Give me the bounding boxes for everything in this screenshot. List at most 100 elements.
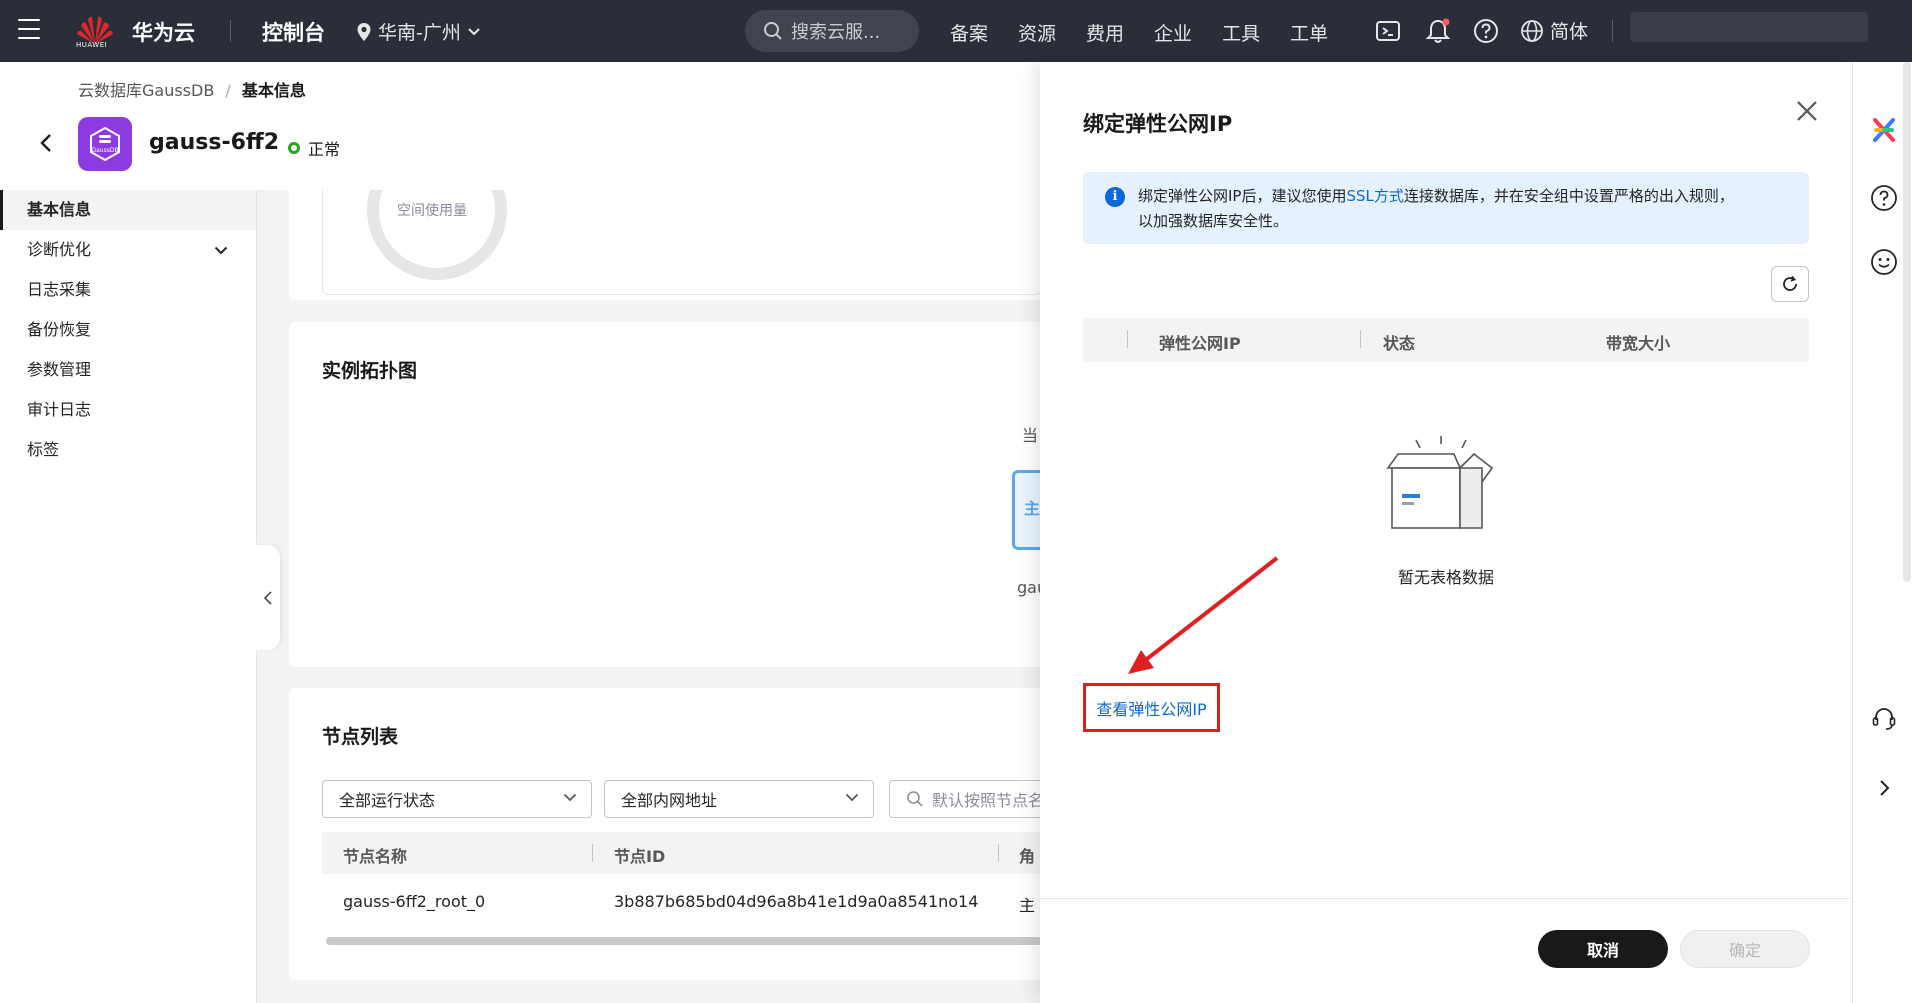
- search-icon: [907, 791, 923, 807]
- col-node-id: 节点ID: [614, 847, 666, 866]
- node-role-cell: 主: [1019, 896, 1036, 915]
- topology-partial-text: 当: [1022, 426, 1039, 445]
- node-list-title: 节点列表: [322, 726, 399, 748]
- notice-line-2: 以加强数据库安全性。: [1138, 212, 1289, 230]
- node-search-input[interactable]: 默认按照节点名: [889, 780, 1049, 818]
- node-name-cell: gauss-6ff2_root_0: [343, 892, 486, 911]
- security-notice: i 绑定弹性公网IP后，建议您使用SSL方式连接数据库，并在安全组中设置严格的出…: [1083, 172, 1809, 244]
- sidebar-item-audit-log[interactable]: 审计日志: [0, 390, 256, 430]
- page-header: 云数据库GaussDB / 基本信息 GaussDB gauss-6ff2 正常: [0, 62, 1040, 190]
- column-divider: [1127, 330, 1128, 348]
- chevron-down-icon: [468, 27, 480, 35]
- confirm-button[interactable]: 确定: [1680, 930, 1810, 968]
- page-vertical-scrollbar[interactable]: [1903, 62, 1911, 582]
- ai-assistant-icon[interactable]: [1870, 116, 1898, 144]
- topology-title: 实例拓扑图: [322, 360, 418, 382]
- sidebar-item-label: 诊断优化: [27, 240, 92, 259]
- sidebar-item-backup[interactable]: 备份恢复: [0, 310, 256, 350]
- status-label: 正常: [308, 140, 341, 159]
- sidebar-item-label: 基本信息: [27, 200, 92, 219]
- ssl-link[interactable]: SSL方式: [1346, 187, 1403, 205]
- refresh-icon: [1783, 275, 1797, 291]
- customer-service-icon[interactable]: [1870, 704, 1898, 732]
- topology-node-text: 主: [1024, 499, 1041, 518]
- cancel-button[interactable]: 取消: [1538, 930, 1668, 968]
- close-icon[interactable]: [1792, 96, 1822, 126]
- sidebar-item-diagnosis[interactable]: 诊断优化: [0, 230, 256, 270]
- gauge-label: 空间使用量: [397, 203, 467, 219]
- chevron-down-icon: [563, 793, 577, 802]
- notice-text: 连接数据库，并在安全组中设置严格的出入规则，: [1403, 187, 1734, 205]
- logo-wordmark: HUAWEI: [76, 41, 108, 49]
- table-horizontal-scrollbar[interactable]: [326, 937, 1042, 945]
- feedback-smile-icon[interactable]: [1870, 248, 1898, 276]
- sidebar-item-label: 参数管理: [27, 360, 92, 379]
- breadcrumb-parent[interactable]: 云数据库GaussDB: [78, 81, 214, 100]
- bell-icon[interactable]: [1424, 17, 1452, 45]
- sidebar-item-log-collection[interactable]: 日志采集: [0, 270, 256, 310]
- node-search-placeholder: 默认按照节点名: [932, 791, 1045, 810]
- sidebar-item-parameters[interactable]: 参数管理: [0, 350, 256, 390]
- nav-item-beian[interactable]: 备案: [950, 19, 988, 46]
- address-filter-value: 全部内网地址: [621, 791, 718, 810]
- sidebar-item-basic-info[interactable]: 基本信息: [0, 190, 256, 230]
- sidebar-item-label: 标签: [27, 440, 60, 459]
- notice-line-1: 绑定弹性公网IP后，建议您使用SSL方式连接数据库，并在安全组中设置严格的出入规…: [1138, 184, 1793, 209]
- language-selector[interactable]: 简体: [1520, 17, 1588, 44]
- annotation-highlight-box: 查看弹性公网IP: [1083, 683, 1220, 732]
- view-eip-link[interactable]: 查看弹性公网IP: [1096, 696, 1206, 720]
- top-nav-bar: HUAWEI 华为云 控制台 华南-广州 搜索云服... 备案 资源 费用 企业…: [0, 0, 1912, 62]
- notice-text: 绑定弹性公网IP后，建议您使用: [1138, 187, 1347, 205]
- region-selector[interactable]: 华南-广州: [356, 18, 481, 45]
- info-icon: i: [1105, 187, 1125, 207]
- drawer-title: 绑定弹性公网IP: [1083, 112, 1233, 136]
- location-pin-icon: [357, 22, 371, 41]
- language-label: 简体: [1550, 21, 1589, 43]
- eip-table-header: 弹性公网IP 状态 带宽大小: [1083, 318, 1809, 362]
- divider: [230, 20, 231, 42]
- instance-name: gauss-6ff2: [149, 130, 280, 155]
- globe-icon: [1521, 19, 1543, 42]
- region-label: 华南-广州: [378, 22, 461, 44]
- sidebar-collapse-handle[interactable]: [256, 545, 280, 650]
- divider: [1612, 20, 1613, 42]
- table-row: gauss-6ff2_root_0 3b887b685bd04d96a8b41e…: [322, 880, 1042, 928]
- col-bandwidth: 带宽大小: [1606, 334, 1671, 353]
- search-icon: [764, 22, 782, 40]
- back-arrow-icon[interactable]: [38, 132, 54, 154]
- chevron-down-icon: [214, 246, 228, 255]
- nav-item-billing[interactable]: 费用: [1086, 19, 1124, 46]
- global-search[interactable]: 搜索云服...: [745, 10, 919, 52]
- nav-item-tools[interactable]: 工具: [1222, 19, 1260, 46]
- terminal-icon[interactable]: [1374, 17, 1402, 45]
- chevron-left-icon: [263, 590, 272, 605]
- footer-divider: [1040, 898, 1852, 899]
- user-account[interactable]: [1630, 12, 1868, 42]
- instance-status: 正常: [288, 136, 340, 160]
- help-icon[interactable]: [1870, 184, 1898, 212]
- sidebar-item-tags[interactable]: 标签: [0, 430, 256, 470]
- status-filter-select[interactable]: 全部运行状态: [322, 780, 592, 818]
- sidebar-item-label: 审计日志: [27, 400, 92, 419]
- console-link[interactable]: 控制台: [262, 17, 325, 47]
- bind-eip-drawer: 绑定弹性公网IP i 绑定弹性公网IP后，建议您使用SSL方式连接数据库，并在安…: [1040, 62, 1852, 1003]
- column-divider: [1360, 330, 1361, 348]
- topology-card: 实例拓扑图 当 主 gau: [289, 322, 1049, 667]
- refresh-button[interactable]: [1771, 266, 1809, 302]
- chevron-right-icon[interactable]: [1870, 774, 1898, 802]
- sidebar-item-label: 备份恢复: [27, 320, 92, 339]
- nav-item-enterprise[interactable]: 企业: [1154, 19, 1192, 46]
- menu-icon[interactable]: [18, 19, 40, 41]
- top-nav-menu: 备案 资源 费用 企业 工具 工单: [950, 19, 1328, 46]
- sidebar-item-label: 日志采集: [27, 280, 92, 299]
- nav-item-resources[interactable]: 资源: [1018, 19, 1056, 46]
- column-divider: [998, 844, 999, 862]
- nav-item-tickets[interactable]: 工单: [1290, 19, 1328, 46]
- address-filter-select[interactable]: 全部内网地址: [604, 780, 874, 818]
- node-table-header: 节点名称 节点ID 角: [322, 832, 1042, 874]
- search-placeholder: 搜索云服...: [791, 22, 881, 43]
- help-icon[interactable]: [1472, 17, 1500, 45]
- brand-name[interactable]: 华为云: [132, 17, 195, 47]
- col-eip: 弹性公网IP: [1159, 334, 1241, 353]
- gaussdb-logo: GaussDB: [78, 117, 132, 171]
